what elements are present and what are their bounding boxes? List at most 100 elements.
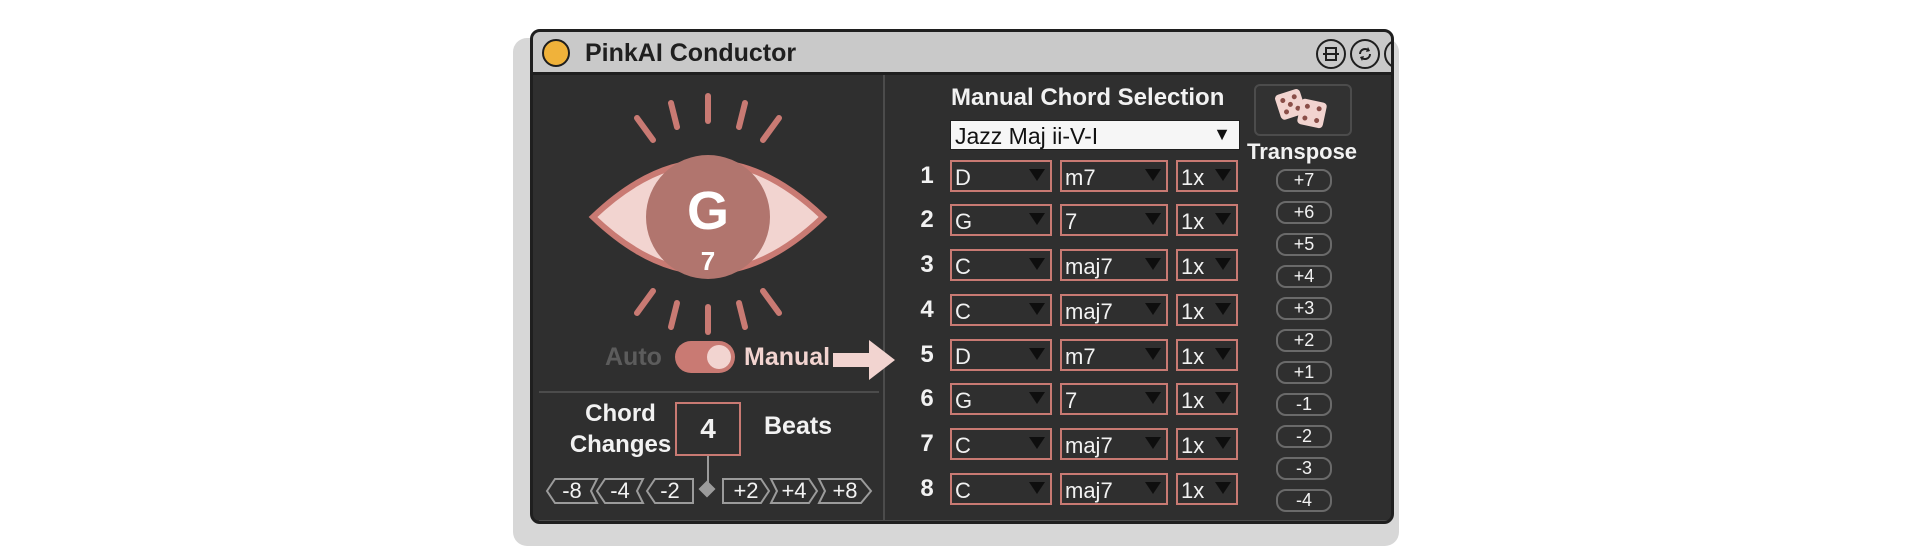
- step-plus-8-button[interactable]: +8: [817, 477, 873, 505]
- mode-toggle[interactable]: [675, 341, 735, 373]
- chevron-down-icon: [1145, 213, 1161, 225]
- multiplier-dropdown[interactable]: 1x: [1176, 339, 1238, 371]
- chevron-down-icon: [1029, 348, 1045, 360]
- row-number: 5: [920, 341, 934, 368]
- toggle-knob: [707, 345, 731, 369]
- root-note-dropdown[interactable]: D: [950, 160, 1052, 192]
- beats-value-box[interactable]: 4: [675, 402, 741, 456]
- multiplier-dropdown[interactable]: 1x: [1176, 204, 1238, 236]
- step-plus-2-button[interactable]: +2: [721, 477, 771, 505]
- save-icon[interactable]: [1384, 39, 1391, 69]
- transpose-button[interactable]: +3: [1276, 297, 1332, 320]
- multiplier-dropdown[interactable]: 1x: [1176, 473, 1238, 505]
- transpose-button[interactable]: +1: [1276, 361, 1332, 384]
- step-label: -8: [562, 478, 582, 503]
- root-note-dropdown[interactable]: D: [950, 339, 1052, 371]
- chevron-down-icon: [1029, 482, 1045, 494]
- chord-quality-dropdown[interactable]: maj7: [1060, 428, 1168, 460]
- multiplier-value: 1x: [1181, 344, 1205, 369]
- multiplier-dropdown[interactable]: 1x: [1176, 294, 1238, 326]
- step-minus-2-button[interactable]: -2: [645, 477, 695, 505]
- beats-unit-label: Beats: [764, 412, 833, 440]
- multiplier-value: 1x: [1181, 433, 1205, 458]
- step-minus-4-button[interactable]: -4: [595, 477, 645, 505]
- step-label: +4: [781, 478, 807, 503]
- chord-quality-dropdown[interactable]: 7: [1060, 383, 1168, 415]
- root-note-dropdown[interactable]: G: [950, 383, 1052, 415]
- chord-quality-dropdown[interactable]: m7: [1060, 160, 1168, 192]
- step-label: -4: [610, 478, 630, 503]
- chord-quality-dropdown[interactable]: 7: [1060, 204, 1168, 236]
- chord-quality-dropdown[interactable]: maj7: [1060, 294, 1168, 326]
- dice-icon: [1275, 89, 1327, 129]
- row-number: 6: [920, 385, 934, 412]
- chevron-down-icon: [1029, 213, 1045, 225]
- manual-chord-selection-title: Manual Chord Selection: [951, 84, 1225, 111]
- chevron-down-icon: [1029, 258, 1045, 270]
- multiplier-dropdown[interactable]: 1x: [1176, 428, 1238, 460]
- power-icon[interactable]: [542, 39, 570, 67]
- chevron-down-icon: [1145, 437, 1161, 449]
- row-number: 1: [920, 162, 934, 189]
- root-note-value: G: [955, 209, 973, 234]
- transpose-button[interactable]: +6: [1276, 201, 1332, 224]
- chord-quality-dropdown[interactable]: maj7: [1060, 249, 1168, 281]
- mode-auto-label[interactable]: Auto: [605, 343, 662, 372]
- hotswap-icon[interactable]: [1350, 39, 1380, 69]
- fold-icon[interactable]: [1316, 39, 1346, 69]
- chevron-down-icon: [1215, 169, 1231, 181]
- transpose-button[interactable]: +7: [1276, 169, 1332, 192]
- chord-changes-label-line2: Changes: [569, 431, 672, 458]
- root-note-value: C: [955, 254, 971, 279]
- chevron-down-icon: [1145, 303, 1161, 315]
- transpose-button[interactable]: +4: [1276, 265, 1332, 288]
- transpose-button[interactable]: +5: [1276, 233, 1332, 256]
- step-plus-4-button[interactable]: +4: [769, 477, 819, 505]
- beats-slider-marker[interactable]: [698, 480, 716, 498]
- transpose-button[interactable]: -1: [1276, 393, 1332, 416]
- chord-quality-value: m7: [1065, 165, 1096, 190]
- chevron-down-icon: ▼: [1213, 124, 1231, 144]
- multiplier-dropdown[interactable]: 1x: [1176, 160, 1238, 192]
- mode-manual-label[interactable]: Manual: [744, 343, 830, 372]
- bottom-divider: [539, 520, 1389, 521]
- chord-quality-dropdown[interactable]: maj7: [1060, 473, 1168, 505]
- transpose-button[interactable]: -2: [1276, 425, 1332, 448]
- step-label: +2: [733, 478, 759, 503]
- step-minus-8-button[interactable]: -8: [545, 477, 599, 505]
- chord-quality-dropdown[interactable]: m7: [1060, 339, 1168, 371]
- multiplier-dropdown[interactable]: 1x: [1176, 383, 1238, 415]
- transpose-button[interactable]: -4: [1276, 489, 1332, 512]
- preset-dropdown[interactable]: Jazz Maj ii-V-I ▼: [950, 120, 1240, 150]
- root-note-dropdown[interactable]: C: [950, 294, 1052, 326]
- root-note-value: C: [955, 478, 971, 503]
- eye-chord-quality: 7: [701, 246, 715, 276]
- section-divider: [883, 75, 885, 521]
- multiplier-value: 1x: [1181, 478, 1205, 503]
- chevron-down-icon: [1145, 392, 1161, 404]
- chord-quality-value: maj7: [1065, 254, 1113, 279]
- chevron-down-icon: [1215, 213, 1231, 225]
- chord-quality-value: maj7: [1065, 433, 1113, 458]
- chord-eye-display: G 7: [583, 87, 833, 337]
- multiplier-dropdown[interactable]: 1x: [1176, 249, 1238, 281]
- device-panel: PinkAI Conductor G 7 Auto Manual Chord C…: [530, 29, 1394, 524]
- chevron-down-icon: [1029, 303, 1045, 315]
- root-note-dropdown[interactable]: C: [950, 249, 1052, 281]
- section-divider: [539, 391, 879, 393]
- multiplier-value: 1x: [1181, 209, 1205, 234]
- chord-changes-label: Chord Changes: [558, 398, 683, 460]
- chevron-down-icon: [1215, 437, 1231, 449]
- chord-quality-value: maj7: [1065, 299, 1113, 324]
- chord-quality-value: 7: [1065, 388, 1078, 413]
- transpose-button[interactable]: -3: [1276, 457, 1332, 480]
- transpose-button[interactable]: +2: [1276, 329, 1332, 352]
- root-note-dropdown[interactable]: G: [950, 204, 1052, 236]
- root-note-value: C: [955, 299, 971, 324]
- multiplier-value: 1x: [1181, 388, 1205, 413]
- transpose-label: Transpose: [1247, 139, 1358, 164]
- randomize-dice-button[interactable]: [1254, 84, 1352, 136]
- root-note-dropdown[interactable]: C: [950, 428, 1052, 460]
- chevron-down-icon: [1145, 348, 1161, 360]
- root-note-dropdown[interactable]: C: [950, 473, 1052, 505]
